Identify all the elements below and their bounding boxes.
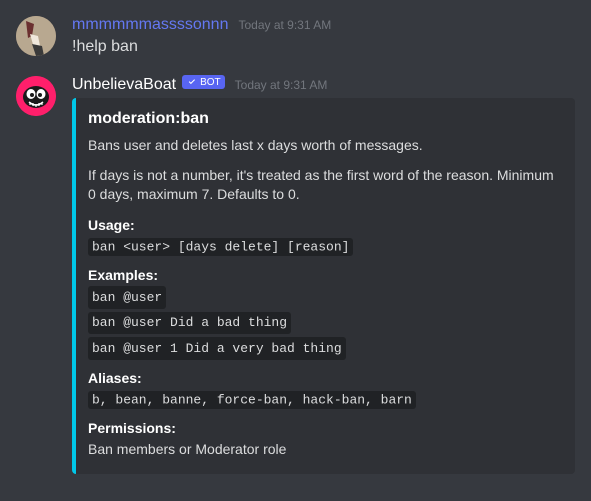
bot-avatar-icon	[16, 76, 56, 116]
code-inline: ban @user 1 Did a very bad thing	[88, 337, 346, 360]
embed-desc-line: Bans user and deletes last x days worth …	[88, 136, 559, 156]
field-name: Permissions:	[88, 420, 559, 436]
field-name: Usage:	[88, 217, 559, 233]
message-user: mmmmmmassssonnn Today at 9:31 AM !help b…	[16, 16, 575, 58]
message-header: mmmmmmassssonnn Today at 9:31 AM	[72, 16, 575, 34]
field-value: b, bean, banne, force-ban, hack-ban, bar…	[88, 389, 559, 411]
code-inline: b, bean, banne, force-ban, hack-ban, bar…	[88, 391, 416, 409]
user-avatar-image	[16, 16, 56, 56]
embed-field-usage: Usage: ban <user> [days delete] [reason]	[88, 217, 559, 258]
bot-tag-text: BOT	[200, 77, 221, 88]
message-header: UnbelievaBoat BOT Today at 9:31 AM	[72, 76, 575, 94]
username[interactable]: mmmmmmassssonnn	[72, 16, 228, 34]
field-value: ban <user> [days delete] [reason]	[88, 236, 559, 258]
code-inline: ban <user> [days delete] [reason]	[88, 238, 353, 256]
timestamp: Today at 9:31 AM	[238, 18, 331, 32]
bot-tag: BOT	[182, 75, 225, 89]
field-name: Aliases:	[88, 370, 559, 386]
embed-field-permissions: Permissions: Ban members or Moderator ro…	[88, 420, 559, 460]
embed-field-aliases: Aliases: b, bean, banne, force-ban, hack…	[88, 370, 559, 411]
field-value: Ban members or Moderator role	[88, 439, 559, 460]
avatar[interactable]	[16, 76, 56, 116]
timestamp: Today at 9:31 AM	[235, 78, 328, 92]
avatar[interactable]	[16, 16, 56, 56]
embed: moderation:ban Bans user and deletes las…	[72, 98, 575, 474]
code-inline: ban @user	[88, 286, 166, 309]
field-name: Examples:	[88, 267, 559, 283]
field-value: ban @user ban @user Did a bad thing ban …	[88, 286, 559, 360]
message-text: !help ban	[72, 36, 575, 58]
username[interactable]: UnbelievaBoat	[72, 76, 176, 94]
message-bot: UnbelievaBoat BOT Today at 9:31 AM moder…	[16, 76, 575, 474]
code-inline: ban @user Did a bad thing	[88, 312, 291, 335]
embed-field-examples: Examples: ban @user ban @user Did a bad …	[88, 267, 559, 360]
verified-check-icon	[186, 76, 198, 88]
message-content: mmmmmmassssonnn Today at 9:31 AM !help b…	[72, 16, 575, 58]
embed-desc-line: If days is not a number, it's treated as…	[88, 166, 559, 205]
embed-description: Bans user and deletes last x days worth …	[88, 136, 559, 205]
embed-title: moderation:ban	[88, 110, 559, 128]
message-content: UnbelievaBoat BOT Today at 9:31 AM moder…	[72, 76, 575, 474]
